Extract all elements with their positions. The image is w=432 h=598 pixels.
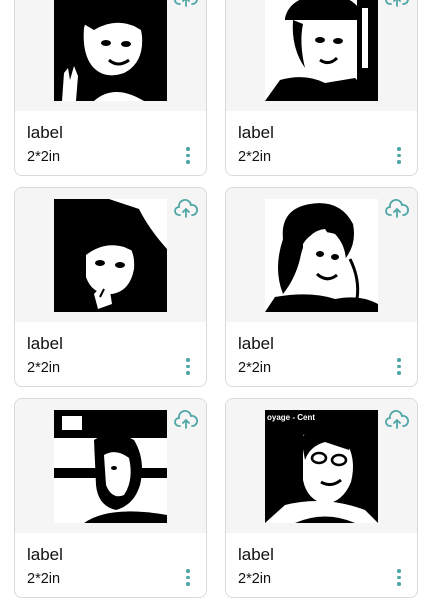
photo-size: 2*2in xyxy=(238,571,272,587)
photo-size: 2*2in xyxy=(27,571,61,587)
more-vertical-icon[interactable] xyxy=(184,569,192,589)
photo-size: 2*2in xyxy=(238,360,272,376)
photo-size: 2*2in xyxy=(27,149,61,165)
photo-card[interactable]: label 2*2in xyxy=(225,187,418,387)
cloud-upload-icon[interactable] xyxy=(385,0,409,9)
more-vertical-icon[interactable] xyxy=(395,147,403,167)
more-vertical-icon[interactable] xyxy=(395,358,403,378)
photo-card[interactable]: label 2*2in xyxy=(14,187,207,387)
photo-thumbnail[interactable] xyxy=(265,199,378,312)
photo-card[interactable]: label 2*2in xyxy=(14,398,207,598)
photo-size: 2*2in xyxy=(27,360,61,376)
thumbnail-area xyxy=(226,188,417,322)
photo-label: label xyxy=(27,123,63,142)
photo-thumbnail[interactable] xyxy=(54,0,167,101)
more-vertical-icon[interactable] xyxy=(395,569,403,589)
cloud-upload-icon[interactable] xyxy=(174,0,198,9)
thumbnail-area: oyage - Cent xyxy=(226,399,417,533)
cloud-upload-icon[interactable] xyxy=(385,198,409,220)
photo-card[interactable]: label 2*2in xyxy=(14,0,207,176)
thumbnail-area xyxy=(226,0,417,111)
photo-label: label xyxy=(27,334,63,353)
more-vertical-icon[interactable] xyxy=(184,358,192,378)
thumbnail-area xyxy=(15,399,206,533)
photo-label: label xyxy=(27,545,63,564)
cloud-upload-icon[interactable] xyxy=(174,198,198,220)
photo-overlay-text: oyage - Cent xyxy=(267,413,315,422)
photo-label: label xyxy=(238,123,274,142)
photo-size: 2*2in xyxy=(238,149,272,165)
thumbnail-area xyxy=(15,188,206,322)
photo-card[interactable]: oyage - Cent label 2*2in xyxy=(225,398,418,598)
photo-thumbnail[interactable] xyxy=(54,410,167,523)
photo-thumbnail[interactable] xyxy=(54,199,167,312)
thumbnail-area xyxy=(15,0,206,111)
cloud-upload-icon[interactable] xyxy=(385,409,409,431)
photo-grid: label 2*2in label 2*2in label 2*2in labe… xyxy=(14,0,418,598)
photo-thumbnail[interactable]: oyage - Cent xyxy=(265,410,378,523)
photo-label: label xyxy=(238,545,274,564)
more-vertical-icon[interactable] xyxy=(184,147,192,167)
photo-card[interactable]: label 2*2in xyxy=(225,0,418,176)
photo-label: label xyxy=(238,334,274,353)
photo-thumbnail[interactable] xyxy=(265,0,378,101)
cloud-upload-icon[interactable] xyxy=(174,409,198,431)
